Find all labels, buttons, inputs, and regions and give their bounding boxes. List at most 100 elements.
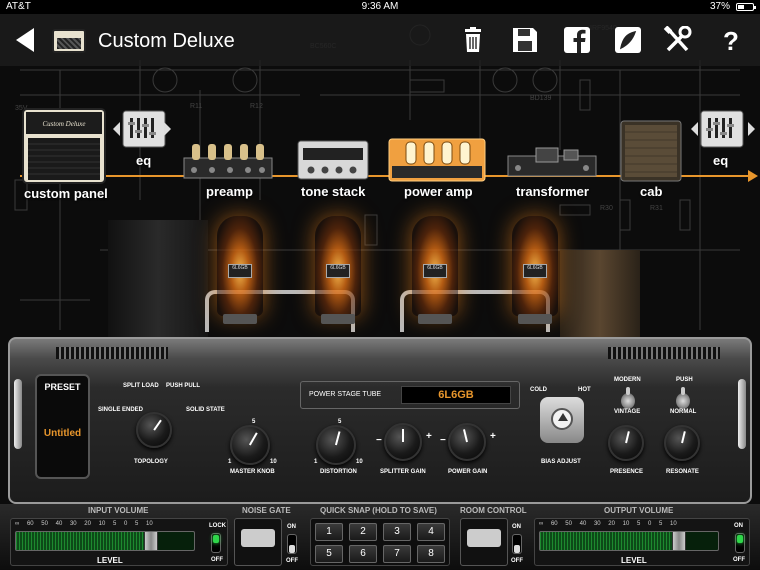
power-gain-label: POWER GAIN bbox=[448, 469, 488, 475]
modern-vintage-toggle[interactable] bbox=[621, 387, 635, 409]
share-icon[interactable] bbox=[613, 26, 643, 54]
input-level-label: LEVEL bbox=[97, 556, 123, 565]
room-control-on-label: ON bbox=[512, 524, 521, 530]
output-volume-meter: ∞ 60 50 40 30 20 10 5 0 5 10 LEVEL ON OF… bbox=[534, 518, 750, 566]
tube-badge: 6L6GB bbox=[326, 264, 350, 278]
battery-percent: 37% bbox=[709, 1, 730, 12]
distortion-label: DISTORTION bbox=[320, 469, 357, 475]
push-normal-toggle[interactable] bbox=[676, 387, 690, 409]
bias-key-icon[interactable] bbox=[551, 408, 573, 430]
input-volume-title: INPUT VOLUME bbox=[88, 506, 149, 515]
chain-custom-panel-icon[interactable]: Custom Deluxe bbox=[22, 108, 106, 184]
preset-value[interactable]: Untitled bbox=[37, 428, 88, 439]
preset-selector[interactable]: PRESET Untitled bbox=[35, 374, 90, 479]
topology-option-single-ended[interactable]: SINGLE ENDED bbox=[98, 407, 143, 413]
chain-eq-arrows[interactable] bbox=[112, 118, 172, 140]
distortion-scale-mid: 5 bbox=[338, 419, 342, 425]
preset-title[interactable]: Custom Deluxe bbox=[98, 30, 235, 53]
topology-option-split-load[interactable]: SPLIT LOAD bbox=[123, 383, 159, 389]
noise-gate-title: NOISE GATE bbox=[242, 506, 291, 515]
chain-label-eq[interactable]: eq bbox=[136, 153, 151, 168]
clock: 9:36 AM bbox=[361, 1, 399, 12]
topology-option-push-pull[interactable]: PUSH PULL bbox=[166, 383, 200, 389]
noise-gate-switch[interactable] bbox=[287, 534, 297, 554]
presence-knob[interactable] bbox=[608, 425, 644, 461]
room-control-panel[interactable] bbox=[460, 518, 508, 566]
facebook-icon[interactable] bbox=[562, 26, 592, 54]
svg-text:?: ? bbox=[723, 26, 739, 54]
power-stage-tube-selector[interactable]: POWER STAGE TUBE 6L6GB bbox=[300, 381, 520, 409]
tube-badge: 6L6GB bbox=[523, 264, 547, 278]
bias-adjust-label: BIAS ADJUST bbox=[541, 459, 581, 465]
normal-label: NORMAL bbox=[670, 409, 697, 415]
distortion-knob[interactable] bbox=[316, 425, 356, 465]
room-control-off-label: OFF bbox=[511, 558, 523, 564]
input-lock-label: LOCK bbox=[209, 523, 226, 529]
master-knob[interactable] bbox=[230, 425, 270, 465]
help-icon[interactable]: ? bbox=[716, 26, 746, 54]
back-arrow-icon[interactable] bbox=[12, 26, 38, 54]
chain-label-tone-stack[interactable]: tone stack bbox=[301, 184, 365, 199]
vintage-label: VINTAGE bbox=[614, 409, 641, 415]
topology-option-solid-state[interactable]: SOLID STATE bbox=[186, 407, 225, 413]
topology-label: TOPOLOGY bbox=[134, 459, 168, 465]
save-icon[interactable] bbox=[510, 26, 540, 54]
chain-transformer-icon[interactable] bbox=[506, 146, 598, 178]
chain-label-transformer[interactable]: transformer bbox=[516, 184, 589, 199]
input-volume-bar bbox=[15, 531, 195, 551]
power-stage-tube-value[interactable]: 6L6GB bbox=[401, 386, 511, 404]
quick-snap-button-4[interactable]: 4 bbox=[417, 523, 445, 541]
room-control-switch[interactable] bbox=[512, 534, 522, 554]
quick-snap-title: QUICK SNAP (HOLD TO SAVE) bbox=[320, 506, 437, 515]
master-knob-label: MASTER KNOB bbox=[230, 469, 275, 475]
chain-cab-icon[interactable] bbox=[620, 120, 682, 182]
power-tube-3: 6L6GB bbox=[410, 216, 460, 326]
quick-snap-button-7[interactable]: 7 bbox=[383, 545, 411, 563]
master-knob-scale-min: 1 bbox=[228, 459, 232, 465]
chain-label-custom-panel[interactable]: custom panel bbox=[24, 186, 108, 201]
chain-label-power-amp[interactable]: power amp bbox=[404, 184, 473, 199]
battery-icon bbox=[736, 3, 756, 11]
quick-snap-grid: 1 2 3 4 5 6 7 8 bbox=[310, 518, 450, 566]
quick-snap-button-2[interactable]: 2 bbox=[349, 523, 377, 541]
noise-gate-panel[interactable] bbox=[234, 518, 282, 566]
trash-icon[interactable] bbox=[458, 26, 488, 54]
quick-snap-button-1[interactable]: 1 bbox=[315, 523, 343, 541]
splitter-gain-minus: − bbox=[376, 435, 382, 446]
quick-snap-button-3[interactable]: 3 bbox=[383, 523, 411, 541]
preset-title-label: PRESET bbox=[44, 382, 81, 392]
toolbar: Custom Deluxe ? bbox=[0, 14, 760, 66]
power-gain-knob[interactable] bbox=[448, 423, 486, 461]
tools-icon[interactable] bbox=[663, 26, 693, 54]
splitter-gain-knob[interactable] bbox=[384, 423, 422, 461]
output-off-label: OFF bbox=[733, 557, 745, 563]
input-volume-slider[interactable] bbox=[144, 532, 158, 550]
input-lock-switch[interactable] bbox=[211, 533, 221, 553]
quick-snap-button-8[interactable]: 8 bbox=[417, 545, 445, 563]
output-switch[interactable] bbox=[735, 533, 745, 553]
chain-preamp-icon[interactable] bbox=[182, 140, 274, 180]
chain-eq-post-arrows[interactable] bbox=[690, 118, 760, 140]
power-tube-1: 6L6GB bbox=[215, 216, 265, 326]
output-volume-scale: ∞ 60 50 40 30 20 10 5 0 5 10 bbox=[539, 521, 677, 527]
chain-label-eq-post[interactable]: eq bbox=[713, 153, 728, 168]
chain-power-amp-icon[interactable] bbox=[388, 138, 486, 182]
resonate-knob[interactable] bbox=[664, 425, 700, 461]
bias-hot-label: HOT bbox=[578, 387, 591, 393]
quick-snap-button-5[interactable]: 5 bbox=[315, 545, 343, 563]
quick-snap-button-6[interactable]: 6 bbox=[349, 545, 377, 563]
output-volume-slider[interactable] bbox=[672, 532, 686, 550]
tube-badge: 6L6GB bbox=[228, 264, 252, 278]
signal-chain-arrow-icon bbox=[748, 170, 758, 182]
bottom-controls: INPUT VOLUME ∞ 60 50 40 30 20 10 5 0 5 1… bbox=[0, 504, 760, 570]
input-volume-fill bbox=[16, 532, 151, 550]
chain-tone-stack-icon[interactable] bbox=[297, 140, 369, 180]
bias-adjust-control[interactable] bbox=[540, 397, 584, 443]
distortion-scale-min: 1 bbox=[314, 459, 318, 465]
chain-label-preamp[interactable]: preamp bbox=[206, 184, 253, 199]
chain-label-cab[interactable]: cab bbox=[640, 184, 662, 199]
vent-right bbox=[608, 347, 720, 359]
amp-thumbnail-icon[interactable] bbox=[52, 29, 86, 53]
svg-text:R12: R12 bbox=[250, 103, 263, 110]
topology-knob[interactable] bbox=[136, 412, 172, 448]
